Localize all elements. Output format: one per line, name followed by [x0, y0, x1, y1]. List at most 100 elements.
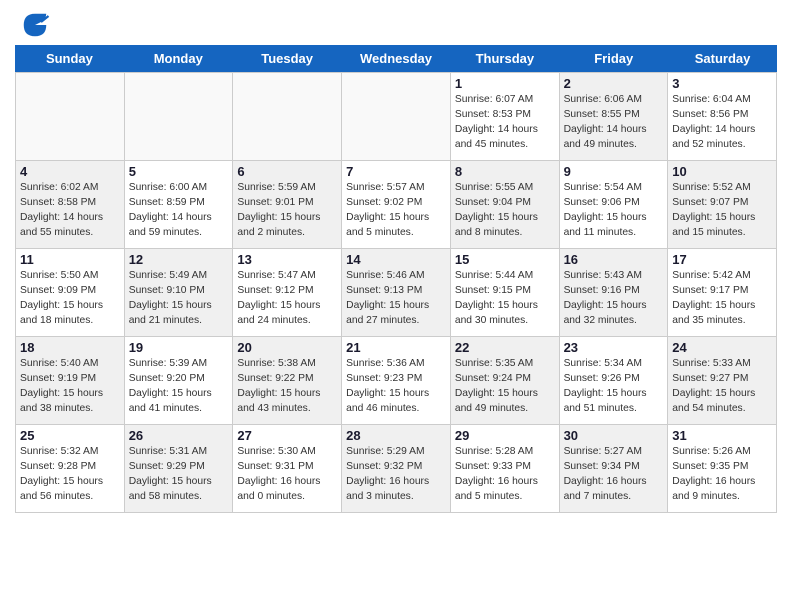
calendar-cell: 8 Sunrise: 5:55 AMSunset: 9:04 PMDayligh…	[451, 161, 560, 249]
calendar-cell: 3 Sunrise: 6:04 AMSunset: 8:56 PMDayligh…	[668, 73, 777, 161]
day-number: 30	[564, 428, 664, 443]
day-number: 28	[346, 428, 446, 443]
calendar-cell: 22 Sunrise: 5:35 AMSunset: 9:24 PMDaylig…	[451, 337, 560, 425]
cell-info: Sunrise: 5:59 AMSunset: 9:01 PMDaylight:…	[237, 181, 337, 241]
day-number: 14	[346, 252, 446, 267]
day-number: 8	[455, 164, 555, 179]
cell-info: Sunrise: 5:40 AMSunset: 9:19 PMDaylight:…	[20, 357, 120, 417]
cell-info: Sunrise: 5:55 AMSunset: 9:04 PMDaylight:…	[455, 181, 555, 241]
day-number: 15	[455, 252, 555, 267]
day-number: 13	[237, 252, 337, 267]
cell-info: Sunrise: 5:46 AMSunset: 9:13 PMDaylight:…	[346, 269, 446, 329]
calendar-cell: 19 Sunrise: 5:39 AMSunset: 9:20 PMDaylig…	[125, 337, 234, 425]
day-number: 1	[455, 76, 555, 91]
calendar-cell: 24 Sunrise: 5:33 AMSunset: 9:27 PMDaylig…	[668, 337, 777, 425]
calendar-cell: 25 Sunrise: 5:32 AMSunset: 9:28 PMDaylig…	[16, 425, 125, 513]
day-header-sunday: Sunday	[15, 45, 124, 72]
calendar-cell: 13 Sunrise: 5:47 AMSunset: 9:12 PMDaylig…	[233, 249, 342, 337]
cell-info: Sunrise: 5:52 AMSunset: 9:07 PMDaylight:…	[672, 181, 772, 241]
day-number: 18	[20, 340, 120, 355]
cell-info: Sunrise: 6:02 AMSunset: 8:58 PMDaylight:…	[20, 181, 120, 241]
cell-info: Sunrise: 5:32 AMSunset: 9:28 PMDaylight:…	[20, 445, 120, 505]
day-number: 22	[455, 340, 555, 355]
day-number: 25	[20, 428, 120, 443]
calendar-cell: 2 Sunrise: 6:06 AMSunset: 8:55 PMDayligh…	[560, 73, 669, 161]
day-number: 21	[346, 340, 446, 355]
calendar-cell: 10 Sunrise: 5:52 AMSunset: 9:07 PMDaylig…	[668, 161, 777, 249]
cell-info: Sunrise: 5:54 AMSunset: 9:06 PMDaylight:…	[564, 181, 664, 241]
day-number: 31	[672, 428, 772, 443]
cell-info: Sunrise: 5:42 AMSunset: 9:17 PMDaylight:…	[672, 269, 772, 329]
day-number: 16	[564, 252, 664, 267]
cell-info: Sunrise: 5:49 AMSunset: 9:10 PMDaylight:…	[129, 269, 229, 329]
calendar-cell: 26 Sunrise: 5:31 AMSunset: 9:29 PMDaylig…	[125, 425, 234, 513]
cell-info: Sunrise: 5:44 AMSunset: 9:15 PMDaylight:…	[455, 269, 555, 329]
calendar-cell	[342, 73, 451, 161]
day-number: 20	[237, 340, 337, 355]
cell-info: Sunrise: 5:35 AMSunset: 9:24 PMDaylight:…	[455, 357, 555, 417]
calendar-cell: 5 Sunrise: 6:00 AMSunset: 8:59 PMDayligh…	[125, 161, 234, 249]
day-number: 12	[129, 252, 229, 267]
calendar-cell: 27 Sunrise: 5:30 AMSunset: 9:31 PMDaylig…	[233, 425, 342, 513]
day-number: 26	[129, 428, 229, 443]
calendar-cell: 16 Sunrise: 5:43 AMSunset: 9:16 PMDaylig…	[560, 249, 669, 337]
calendar-cell: 30 Sunrise: 5:27 AMSunset: 9:34 PMDaylig…	[560, 425, 669, 513]
day-number: 23	[564, 340, 664, 355]
cell-info: Sunrise: 5:39 AMSunset: 9:20 PMDaylight:…	[129, 357, 229, 417]
day-number: 5	[129, 164, 229, 179]
calendar-cell: 18 Sunrise: 5:40 AMSunset: 9:19 PMDaylig…	[16, 337, 125, 425]
calendar-cell	[125, 73, 234, 161]
cell-info: Sunrise: 5:47 AMSunset: 9:12 PMDaylight:…	[237, 269, 337, 329]
calendar-cell: 15 Sunrise: 5:44 AMSunset: 9:15 PMDaylig…	[451, 249, 560, 337]
calendar-grid: 1 Sunrise: 6:07 AMSunset: 8:53 PMDayligh…	[15, 72, 777, 513]
day-header-tuesday: Tuesday	[233, 45, 342, 72]
cell-info: Sunrise: 6:04 AMSunset: 8:56 PMDaylight:…	[672, 93, 772, 153]
day-number: 19	[129, 340, 229, 355]
day-number: 4	[20, 164, 120, 179]
day-number: 2	[564, 76, 664, 91]
calendar-cell: 23 Sunrise: 5:34 AMSunset: 9:26 PMDaylig…	[560, 337, 669, 425]
calendar-cell: 29 Sunrise: 5:28 AMSunset: 9:33 PMDaylig…	[451, 425, 560, 513]
calendar-cell: 9 Sunrise: 5:54 AMSunset: 9:06 PMDayligh…	[560, 161, 669, 249]
cell-info: Sunrise: 5:38 AMSunset: 9:22 PMDaylight:…	[237, 357, 337, 417]
calendar-cell: 31 Sunrise: 5:26 AMSunset: 9:35 PMDaylig…	[668, 425, 777, 513]
cell-info: Sunrise: 5:31 AMSunset: 9:29 PMDaylight:…	[129, 445, 229, 505]
cell-info: Sunrise: 5:26 AMSunset: 9:35 PMDaylight:…	[672, 445, 772, 505]
calendar: SundayMondayTuesdayWednesdayThursdayFrid…	[15, 45, 777, 513]
calendar-cell: 14 Sunrise: 5:46 AMSunset: 9:13 PMDaylig…	[342, 249, 451, 337]
calendar-cell: 7 Sunrise: 5:57 AMSunset: 9:02 PMDayligh…	[342, 161, 451, 249]
calendar-cell	[233, 73, 342, 161]
day-number: 29	[455, 428, 555, 443]
cell-info: Sunrise: 6:07 AMSunset: 8:53 PMDaylight:…	[455, 93, 555, 153]
cell-info: Sunrise: 6:06 AMSunset: 8:55 PMDaylight:…	[564, 93, 664, 153]
logo	[20, 10, 52, 40]
day-header-saturday: Saturday	[668, 45, 777, 72]
day-header-monday: Monday	[124, 45, 233, 72]
day-number: 24	[672, 340, 772, 355]
cell-info: Sunrise: 5:27 AMSunset: 9:34 PMDaylight:…	[564, 445, 664, 505]
day-number: 17	[672, 252, 772, 267]
calendar-cell: 4 Sunrise: 6:02 AMSunset: 8:58 PMDayligh…	[16, 161, 125, 249]
day-number: 27	[237, 428, 337, 443]
cell-info: Sunrise: 5:28 AMSunset: 9:33 PMDaylight:…	[455, 445, 555, 505]
calendar-cell: 12 Sunrise: 5:49 AMSunset: 9:10 PMDaylig…	[125, 249, 234, 337]
day-number: 6	[237, 164, 337, 179]
cell-info: Sunrise: 5:29 AMSunset: 9:32 PMDaylight:…	[346, 445, 446, 505]
day-number: 10	[672, 164, 772, 179]
calendar-cell: 21 Sunrise: 5:36 AMSunset: 9:23 PMDaylig…	[342, 337, 451, 425]
day-number: 7	[346, 164, 446, 179]
cell-info: Sunrise: 5:50 AMSunset: 9:09 PMDaylight:…	[20, 269, 120, 329]
calendar-cell: 1 Sunrise: 6:07 AMSunset: 8:53 PMDayligh…	[451, 73, 560, 161]
calendar-cell: 6 Sunrise: 5:59 AMSunset: 9:01 PMDayligh…	[233, 161, 342, 249]
day-header-thursday: Thursday	[450, 45, 559, 72]
day-header-friday: Friday	[559, 45, 668, 72]
calendar-header: SundayMondayTuesdayWednesdayThursdayFrid…	[15, 45, 777, 72]
calendar-cell: 20 Sunrise: 5:38 AMSunset: 9:22 PMDaylig…	[233, 337, 342, 425]
calendar-cell: 28 Sunrise: 5:29 AMSunset: 9:32 PMDaylig…	[342, 425, 451, 513]
cell-info: Sunrise: 6:00 AMSunset: 8:59 PMDaylight:…	[129, 181, 229, 241]
cell-info: Sunrise: 5:57 AMSunset: 9:02 PMDaylight:…	[346, 181, 446, 241]
day-header-wednesday: Wednesday	[342, 45, 451, 72]
cell-info: Sunrise: 5:33 AMSunset: 9:27 PMDaylight:…	[672, 357, 772, 417]
header	[0, 0, 792, 45]
cell-info: Sunrise: 5:34 AMSunset: 9:26 PMDaylight:…	[564, 357, 664, 417]
